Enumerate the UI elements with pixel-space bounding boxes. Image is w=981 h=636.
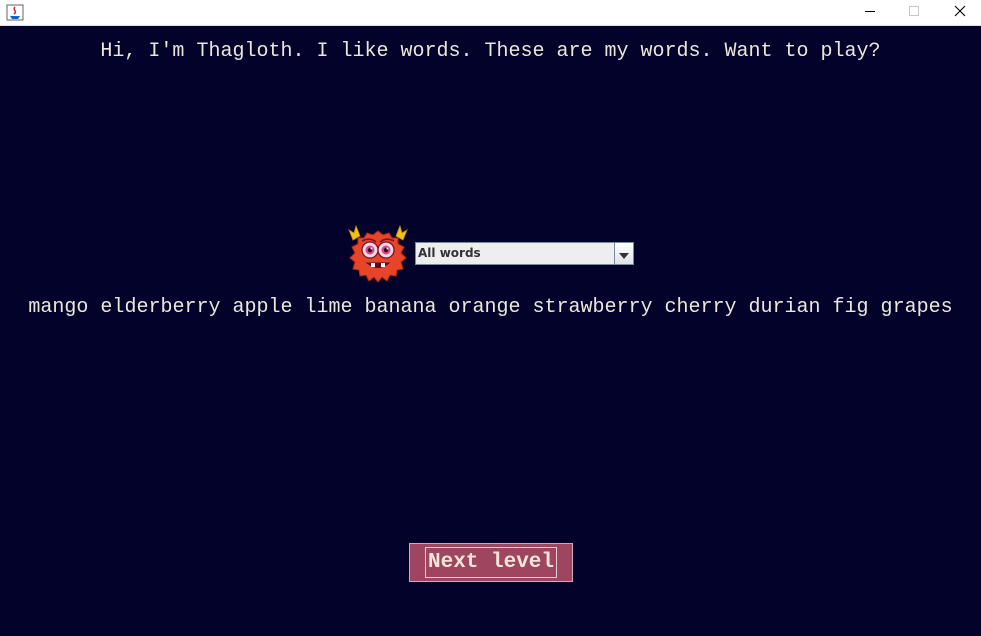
maximize-button[interactable] [891, 0, 937, 26]
next-level-label: Next level [425, 547, 557, 578]
word-filter-dropdown[interactable]: All words [415, 242, 634, 265]
chevron-down-icon [619, 244, 629, 263]
monster-avatar-icon [345, 222, 411, 288]
title-bar [0, 0, 981, 26]
dropdown-arrow-button[interactable] [614, 243, 633, 264]
close-button[interactable] [937, 0, 981, 26]
java-app-icon[interactable] [6, 3, 24, 21]
word-list: mango elderberry apple lime banana orang… [28, 296, 953, 319]
next-level-button[interactable]: Next level [409, 543, 573, 582]
greeting-text: Hi, I'm Thagloth. I like words. These ar… [100, 40, 881, 63]
word-filter-selected: All words [418, 246, 481, 260]
minimize-icon [864, 4, 876, 22]
game-panel: Hi, I'm Thagloth. I like words. These ar… [0, 26, 981, 636]
maximize-icon [908, 4, 920, 22]
minimize-button[interactable] [847, 0, 893, 26]
close-icon [954, 4, 966, 22]
